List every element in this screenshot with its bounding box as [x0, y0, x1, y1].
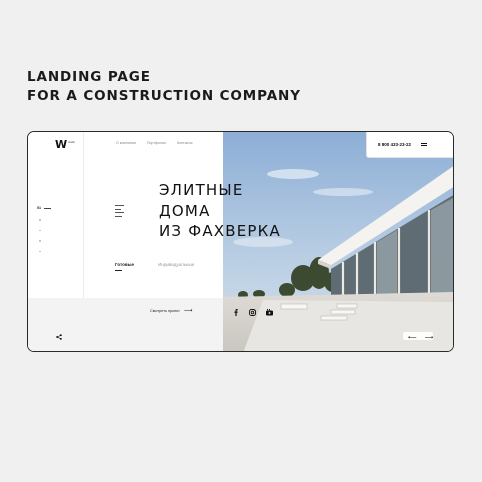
view-project-button[interactable]: Смотреть проект ⟶ — [150, 308, 193, 314]
facebook-icon[interactable] — [232, 309, 239, 316]
instagram-icon[interactable] — [249, 309, 256, 316]
pager-dot[interactable] — [39, 219, 41, 221]
menu-icon[interactable] — [421, 143, 427, 147]
tab-individual[interactable]: Индивидуальные — [158, 262, 194, 267]
social-links — [232, 309, 273, 316]
caption-line-1: LANDING PAGE — [27, 69, 151, 85]
logo-sub: studio — [68, 141, 75, 144]
page-caption: LANDING PAGE FOR A CONSTRUCTION COMPANY — [27, 68, 301, 106]
slider-arrows: ⟵ ⟶ — [408, 335, 434, 341]
landing-mockup-frame: W studio О компании Портфолио Контакты 0… — [27, 131, 454, 352]
arrow-left-icon[interactable]: ⟵ — [408, 335, 417, 341]
slide-pager: 01 — [37, 206, 51, 252]
logo-mark: W — [55, 138, 68, 151]
pager-dot[interactable] — [39, 229, 41, 231]
caption-line-2: FOR A CONSTRUCTION COMPANY — [27, 88, 301, 104]
youtube-icon[interactable] — [266, 309, 273, 316]
phone-number[interactable]: 8 800 433-23-22 — [378, 142, 411, 147]
hero-photo — [223, 132, 453, 351]
hero-title: ЭЛИТНЫЕ ДОМА ИЗ ФАХВЕРКА — [159, 180, 281, 242]
nav-item-about[interactable]: О компании — [116, 141, 136, 145]
hero-title-line-1: ЭЛИТНЫЕ — [159, 181, 244, 199]
main-nav: О компании Портфолио Контакты — [116, 141, 193, 145]
nav-item-portfolio[interactable]: Портфолио — [147, 141, 166, 145]
tab-ready[interactable]: Готовые — [115, 262, 134, 267]
nav-item-contacts[interactable]: Контакты — [177, 141, 193, 145]
pager-dot[interactable] — [39, 250, 41, 252]
arrow-right-icon[interactable]: ⟶ — [425, 335, 434, 341]
arrow-right-icon: ⟶ — [183, 308, 193, 314]
tab-active-underline — [115, 270, 122, 271]
pager-dot[interactable] — [39, 240, 41, 242]
pager-current: 01 — [37, 206, 51, 210]
logo[interactable]: W studio — [55, 139, 75, 150]
hero-title-line-2: ДОМА — [159, 201, 211, 220]
decor-lines — [115, 205, 124, 220]
hero-title-line-3: ИЗ ФАХВЕРКА — [159, 222, 281, 240]
left-panel: W studio О компании Портфолио Контакты 0… — [28, 132, 223, 351]
left-bottom-panel — [28, 298, 223, 351]
share-icon[interactable] — [56, 334, 62, 340]
view-project-label: Смотреть проект — [150, 309, 180, 313]
phone-box: 8 800 433-23-22 — [366, 132, 453, 158]
